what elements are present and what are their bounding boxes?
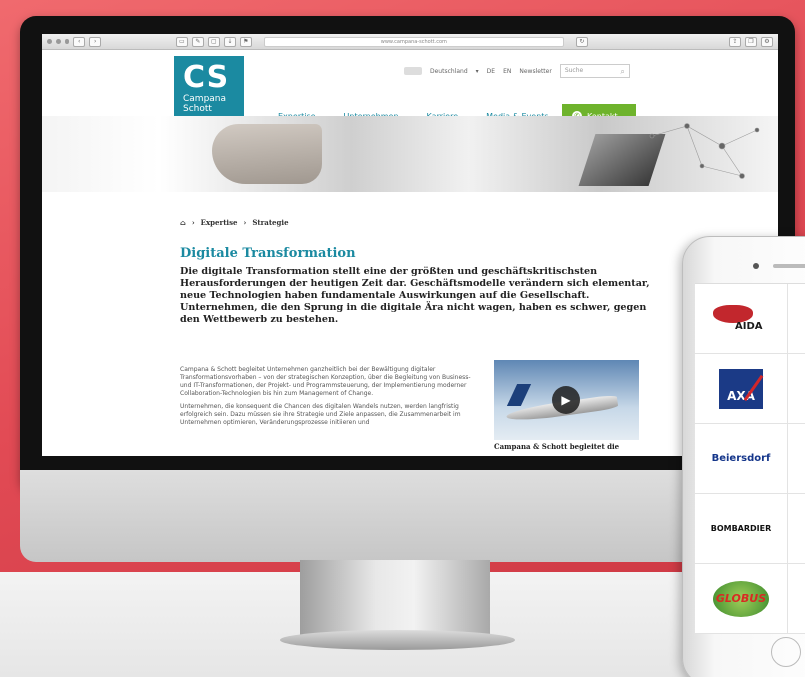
breadcrumb-separator-icon: › — [191, 218, 195, 227]
tabs-icon[interactable]: ❐ — [744, 36, 757, 47]
download-icon[interactable]: ↓ — [223, 36, 236, 47]
campana-schott-logo[interactable]: CS Campana Schott — [174, 56, 244, 124]
aida-logo: AIDA — [711, 299, 771, 339]
lang-de[interactable]: DE — [487, 68, 495, 75]
back-icon[interactable]: ‹ — [73, 36, 86, 47]
beiersdorf-logo: Beiersdorf — [711, 453, 771, 464]
play-icon[interactable]: ▶ — [552, 386, 580, 414]
sidebar-icon[interactable]: ▢ — [207, 36, 220, 47]
logo-cell[interactable]: AXA — [695, 353, 788, 424]
imac-stand — [300, 560, 490, 640]
home-button[interactable] — [771, 637, 801, 667]
reload-icon[interactable]: ↻ — [575, 36, 588, 47]
globus-logo: GLOBUS — [713, 580, 769, 617]
imac-chin — [20, 470, 795, 562]
axa-logo: AXA — [719, 368, 763, 409]
phone-screen: AIDA AXA Beiersdorf BOMBARDIER GLOBUS — [695, 283, 805, 634]
logo-row: AXA — [695, 353, 805, 424]
logo-cell[interactable]: Beiersdorf — [695, 423, 788, 494]
top-utility-bar: Deutschland ▾ DE EN Newsletter Suche ⌕ — [404, 64, 630, 78]
phone-camera — [753, 263, 759, 269]
logo-row: Beiersdorf — [695, 423, 805, 494]
breadcrumb-strategie: Strategie — [252, 218, 289, 227]
breadcrumb: ⌂ › Expertise › Strategie — [180, 218, 289, 227]
print-icon[interactable]: ▭ — [175, 36, 188, 47]
logo-row: GLOBUS — [695, 563, 805, 634]
minimize-dot[interactable] — [55, 39, 61, 44]
chevron-down-icon: ▾ — [475, 67, 479, 75]
logo-cell[interactable]: AIDA — [695, 283, 788, 354]
browser-window: ‹ › ▭ ✎ ▢ ↓ ⚑ www.campana-schott.com ↻ ⇪… — [42, 34, 778, 456]
network-graphic — [649, 123, 760, 179]
url-bar[interactable]: www.campana-schott.com — [263, 36, 564, 47]
logo-name: Campana Schott — [183, 94, 227, 114]
hand-image — [212, 124, 322, 184]
forward-icon[interactable]: › — [89, 36, 102, 47]
lang-en[interactable]: EN — [503, 68, 511, 75]
lead-paragraph: Die digitale Transformation stellt eine … — [180, 266, 650, 325]
pin-icon[interactable]: ⚑ — [239, 36, 252, 47]
logo-cell[interactable]: BOMBARDIER — [695, 493, 788, 564]
video-caption: Campana & Schott begleitet die — [494, 442, 620, 451]
body-paragraph: Campana & Schott begleitet Unternehmen g… — [180, 366, 471, 397]
imac-base — [280, 630, 515, 650]
airplane-tail — [506, 384, 532, 406]
home-icon[interactable]: ⌂ — [180, 218, 186, 227]
zoom-dot[interactable] — [64, 39, 70, 44]
edit-icon[interactable]: ✎ — [191, 36, 204, 47]
body-paragraph: Unternehmen, die konsequent die Chancen … — [180, 403, 461, 426]
search-icon[interactable]: ⌕ — [620, 66, 624, 78]
bombardier-logo: BOMBARDIER — [710, 524, 772, 533]
page-title: Digitale Transformation — [180, 246, 356, 261]
country-select[interactable]: Deutschland — [430, 68, 468, 75]
search-input[interactable]: Suche ⌕ — [559, 64, 630, 78]
logo-cell[interactable]: GLOBUS — [695, 563, 788, 634]
settings-icon[interactable]: ⚙ — [760, 36, 773, 47]
breadcrumb-expertise[interactable]: Expertise — [201, 218, 238, 227]
video-thumbnail[interactable]: ▶ — [494, 360, 639, 440]
logo-initials: CS — [183, 60, 230, 95]
browser-toolbar: ‹ › ▭ ✎ ▢ ↓ ⚑ www.campana-schott.com ↻ ⇪… — [42, 34, 778, 50]
smartphone: AIDA AXA Beiersdorf BOMBARDIER GLOBUS — [682, 236, 805, 677]
share-icon[interactable]: ⇪ — [728, 36, 741, 47]
newsletter-link[interactable]: Newsletter — [519, 68, 551, 75]
logo-row: BOMBARDIER — [695, 493, 805, 564]
country-flag-icon — [404, 67, 422, 75]
breadcrumb-separator-icon: › — [243, 218, 247, 227]
hero-banner — [42, 116, 778, 192]
body-text: Campana & Schott begleitet Unternehmen g… — [180, 366, 480, 432]
phone-speaker — [773, 264, 805, 268]
close-dot[interactable] — [47, 39, 52, 44]
logo-row: AIDA — [695, 283, 805, 354]
